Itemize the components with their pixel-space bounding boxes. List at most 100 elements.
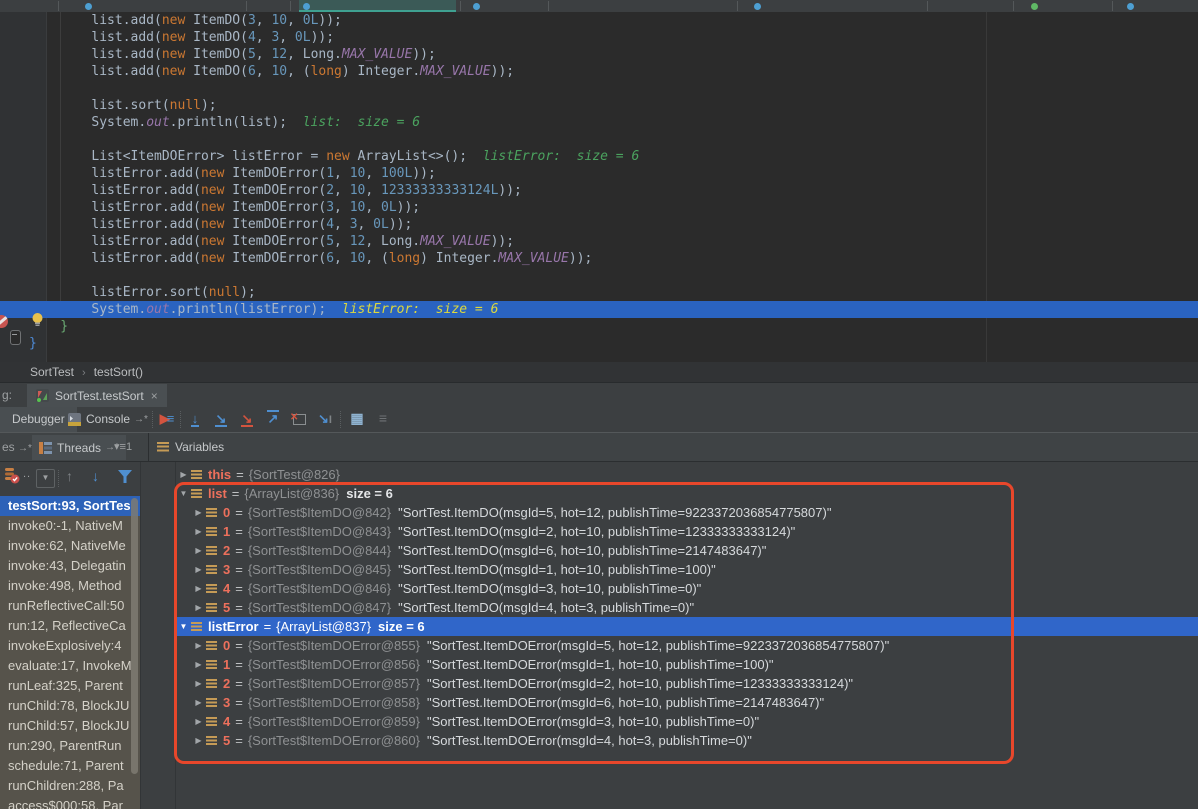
- fold-collapse-icon[interactable]: [10, 330, 21, 345]
- chevron-right-icon[interactable]: ▶: [191, 527, 206, 536]
- variable-row[interactable]: ▶1={SortTest$ItemDOError@856}"SortTest.I…: [176, 655, 1198, 674]
- frame-down-button[interactable]: ↓: [92, 468, 99, 484]
- frame-row[interactable]: runLeaf:325, Parent: [0, 676, 140, 696]
- class-icon[interactable]: [754, 3, 761, 10]
- variable-row[interactable]: ▼listError={ArrayList@837}size = 6: [176, 617, 1198, 636]
- drop-frame-button[interactable]: ✕: [288, 410, 310, 429]
- variable-row[interactable]: ▶4={SortTest$ItemDOError@859}"SortTest.I…: [176, 712, 1198, 731]
- variable-row[interactable]: ▶4={SortTest$ItemDO@846}"SortTest.ItemDO…: [176, 579, 1198, 598]
- code-editor[interactable]: list.add(new ItemDO(3, 10, 0L));list.add…: [0, 12, 1198, 362]
- class-icon[interactable]: [85, 3, 92, 10]
- frame-row[interactable]: invoke0:-1, NativeM: [0, 516, 140, 536]
- chevron-right-icon[interactable]: ▶: [191, 717, 206, 726]
- thread-selector-dropdown[interactable]: ▼: [36, 469, 55, 488]
- thread-selector-icon[interactable]: [3, 467, 20, 486]
- frame-row[interactable]: schedule:71, Parent: [0, 756, 140, 776]
- variables-tree[interactable]: ▶this={SortTest@826}▼list={ArrayList@836…: [176, 462, 1198, 809]
- class-icon[interactable]: [1031, 3, 1038, 10]
- frame-row[interactable]: testSort:93, SortTes: [0, 496, 140, 516]
- variable-row[interactable]: ▶this={SortTest@826}: [176, 465, 1198, 484]
- code-line[interactable]: listError.add(new ItemDOError(3, 10, 0L)…: [0, 199, 1198, 216]
- chevron-right-icon[interactable]: ▶: [191, 565, 206, 574]
- breadcrumb-method[interactable]: testSort(): [94, 365, 143, 379]
- code-line[interactable]: list.sort(null);: [0, 97, 1198, 114]
- code-line[interactable]: listError.add(new ItemDOError(6, 10, (lo…: [0, 250, 1198, 267]
- show-execution-point-button[interactable]: ▶≡: [156, 410, 178, 429]
- step-into-button[interactable]: ↘: [210, 410, 232, 429]
- code-line[interactable]: List<ItemDOError> listError = new ArrayL…: [0, 148, 1198, 165]
- code-line[interactable]: listError.add(new ItemDOError(1, 10, 100…: [0, 165, 1198, 182]
- code-line[interactable]: listError.add(new ItemDOError(2, 10, 123…: [0, 182, 1198, 199]
- chevron-right-icon[interactable]: ▶: [191, 546, 206, 555]
- frame-row[interactable]: run:290, ParentRun: [0, 736, 140, 756]
- chevron-right-icon[interactable]: ▶: [191, 660, 206, 669]
- chevron-right-icon[interactable]: ▶: [191, 698, 206, 707]
- tab-threads[interactable]: Threads →*: [32, 435, 126, 460]
- code-line[interactable]: System.out.println(list); list: size = 6: [0, 114, 1198, 131]
- intention-bulb-icon[interactable]: [30, 312, 45, 332]
- frame-row[interactable]: runChild:78, BlockJU: [0, 696, 140, 716]
- frame-row[interactable]: run:12, ReflectiveCa: [0, 616, 140, 636]
- tab-console[interactable]: Console →*: [60, 407, 156, 432]
- variable-row[interactable]: ▶5={SortTest$ItemDOError@860}"SortTest.I…: [176, 731, 1198, 750]
- close-icon[interactable]: ×: [151, 389, 158, 403]
- chevron-right-icon[interactable]: ▶: [191, 641, 206, 650]
- run-to-cursor-button[interactable]: ↘I: [314, 410, 336, 429]
- chevron-right-icon[interactable]: ▶: [191, 736, 206, 745]
- force-step-into-button[interactable]: ↘: [236, 410, 258, 429]
- frame-row[interactable]: invoke:498, Method: [0, 576, 140, 596]
- variable-row[interactable]: ▶0={SortTest$ItemDOError@855}"SortTest.I…: [176, 636, 1198, 655]
- frames-list[interactable]: testSort:93, SortTesinvoke0:-1, NativeMi…: [0, 496, 140, 809]
- frame-row[interactable]: runChild:57, BlockJU: [0, 716, 140, 736]
- code-line[interactable]: }: [0, 335, 1198, 352]
- frame-row[interactable]: invoke:62, NativeMe: [0, 536, 140, 556]
- chevron-down-icon[interactable]: ▼: [176, 622, 191, 631]
- class-icon[interactable]: [1127, 3, 1134, 10]
- evaluate-expression-button[interactable]: ▦: [346, 410, 368, 429]
- variable-row[interactable]: ▶2={SortTest$ItemDOError@857}"SortTest.I…: [176, 674, 1198, 693]
- frame-row[interactable]: invoke:43, Delegatin: [0, 556, 140, 576]
- code-line[interactable]: }: [0, 318, 1198, 335]
- chevron-right-icon[interactable]: ▶: [191, 584, 206, 593]
- restore-layout-button[interactable]: ≡: [372, 410, 394, 429]
- class-icon[interactable]: [473, 3, 480, 10]
- code-line[interactable]: list.add(new ItemDO(4, 3, 0L));: [0, 29, 1198, 46]
- frame-row[interactable]: runReflectiveCall:50: [0, 596, 140, 616]
- step-out-button[interactable]: ↗: [262, 410, 284, 429]
- chevron-right-icon[interactable]: ▶: [191, 679, 206, 688]
- frame-row[interactable]: evaluate:17, InvokeM: [0, 656, 140, 676]
- code-line[interactable]: list.add(new ItemDO(3, 10, 0L));: [0, 12, 1198, 29]
- frame-up-button[interactable]: ↑: [66, 468, 73, 484]
- variable-row[interactable]: ▶3={SortTest$ItemDO@845}"SortTest.ItemDO…: [176, 560, 1198, 579]
- execution-line[interactable]: System.out.println(listError); listError…: [0, 301, 1198, 318]
- code-line[interactable]: list.add(new ItemDO(6, 10, (long) Intege…: [0, 63, 1198, 80]
- view-options-dropdown[interactable]: ▾≡1: [114, 433, 132, 461]
- variable-row[interactable]: ▶0={SortTest$ItemDO@842}"SortTest.ItemDO…: [176, 503, 1198, 522]
- variable-row[interactable]: ▼list={ArrayList@836}size = 6: [176, 484, 1198, 503]
- chevron-right-icon[interactable]: ▶: [191, 603, 206, 612]
- editor-tab-active[interactable]: [299, 0, 456, 12]
- frames-scrollbar[interactable]: [131, 498, 138, 774]
- chevron-right-icon[interactable]: ▶: [176, 470, 191, 479]
- code-line[interactable]: [0, 80, 1198, 97]
- chevron-down-icon[interactable]: ▼: [176, 489, 191, 498]
- frame-row[interactable]: runChildren:288, Pa: [0, 776, 140, 796]
- code-line[interactable]: [0, 131, 1198, 148]
- filter-frames-icon[interactable]: [118, 470, 132, 483]
- chevron-right-icon[interactable]: ▶: [191, 508, 206, 517]
- code-line[interactable]: list.add(new ItemDO(5, 12, Long.MAX_VALU…: [0, 46, 1198, 63]
- variable-row[interactable]: ▶5={SortTest$ItemDO@847}"SortTest.ItemDO…: [176, 598, 1198, 617]
- variable-row[interactable]: ▶3={SortTest$ItemDOError@858}"SortTest.I…: [176, 693, 1198, 712]
- step-over-button[interactable]: ↓: [184, 410, 206, 429]
- code-line[interactable]: [0, 267, 1198, 284]
- code-line[interactable]: listError.add(new ItemDOError(4, 3, 0L))…: [0, 216, 1198, 233]
- frame-row[interactable]: access$000:58, Par: [0, 796, 140, 809]
- frame-row[interactable]: invokeExplosively:4: [0, 636, 140, 656]
- debug-session-tab[interactable]: SortTest.testSort ×: [27, 384, 167, 407]
- variable-row[interactable]: ▶2={SortTest$ItemDO@844}"SortTest.ItemDO…: [176, 541, 1198, 560]
- code-line[interactable]: listError.add(new ItemDOError(5, 12, Lon…: [0, 233, 1198, 250]
- frames-tab-cut[interactable]: es →*: [2, 433, 32, 463]
- breadcrumb-class[interactable]: SortTest: [30, 365, 74, 379]
- class-icon[interactable]: [303, 3, 310, 10]
- code-line[interactable]: listError.sort(null);: [0, 284, 1198, 301]
